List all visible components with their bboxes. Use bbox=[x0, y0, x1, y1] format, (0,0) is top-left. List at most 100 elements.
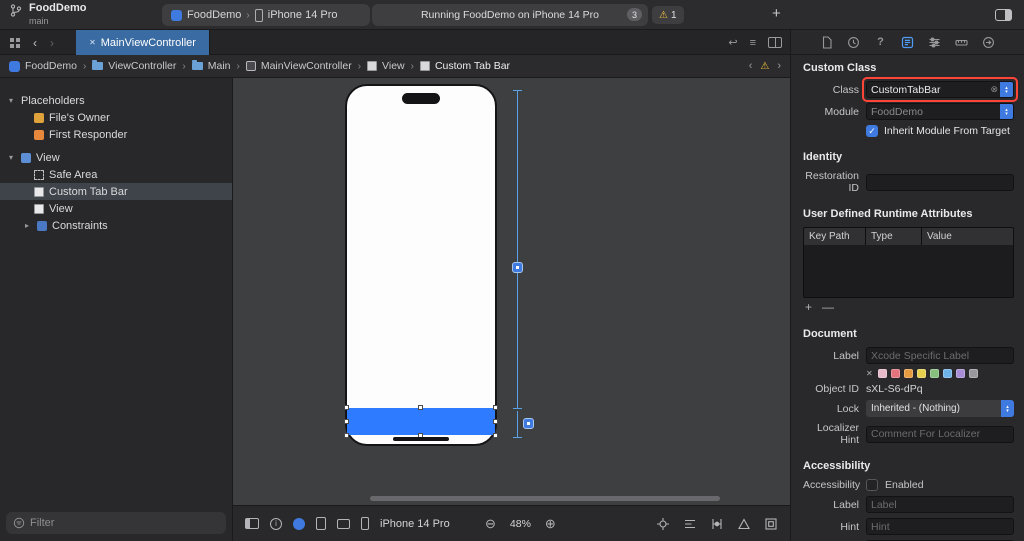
library-add-button[interactable]: + bbox=[772, 5, 781, 23]
selection-handle[interactable] bbox=[344, 433, 349, 438]
file-inspector-tab[interactable] bbox=[820, 35, 834, 49]
document-outline-toggle-icon[interactable] bbox=[245, 518, 259, 529]
custom-tab-bar-view[interactable] bbox=[344, 405, 498, 438]
color-swatch[interactable] bbox=[929, 369, 939, 378]
color-swatch[interactable] bbox=[903, 369, 913, 378]
outline-filter-bar[interactable] bbox=[6, 512, 226, 534]
selection-handle[interactable] bbox=[344, 418, 349, 424]
inherit-module-row[interactable]: ✓ Inherit Module From Target bbox=[866, 125, 1014, 137]
outline-item-constraints[interactable]: ▸ Constraints bbox=[0, 217, 232, 234]
selection-handle[interactable] bbox=[493, 418, 498, 424]
activity-viewer[interactable]: Running FoodDemo on iPhone 14 Pro 3 bbox=[372, 4, 648, 26]
color-swatch[interactable] bbox=[942, 369, 952, 378]
runtime-attributes-body[interactable] bbox=[804, 245, 1013, 297]
runtime-attributes-table[interactable]: Key Path Type Value bbox=[803, 227, 1014, 298]
disclosure-icon[interactable]: ▾ bbox=[6, 96, 16, 105]
device-menu[interactable]: iPhone 14 Pro bbox=[380, 518, 450, 530]
previous-issue-icon[interactable]: ‹ bbox=[749, 60, 753, 72]
tab-overview-icon[interactable] bbox=[10, 38, 14, 42]
module-input[interactable] bbox=[867, 105, 1000, 118]
class-combo[interactable]: ⊗ ▴▾ bbox=[866, 81, 1014, 98]
accessibility-enabled-checkbox[interactable] bbox=[866, 479, 878, 491]
tab-close-icon[interactable]: ✕ bbox=[89, 38, 96, 47]
color-scheme-icon[interactable] bbox=[293, 517, 305, 530]
localizer-hint-input[interactable] bbox=[866, 425, 1014, 443]
resolve-autolayout-icon[interactable] bbox=[737, 517, 751, 531]
outline-item-first-responder[interactable]: First Responder bbox=[0, 126, 232, 143]
zoom-level[interactable]: 48% bbox=[510, 518, 531, 530]
outline-item-custom-tab-bar[interactable]: Custom Tab Bar bbox=[0, 183, 232, 200]
disclosure-icon[interactable]: ▸ bbox=[22, 221, 32, 230]
disclosure-icon[interactable]: ▾ bbox=[6, 153, 16, 162]
update-frames-icon[interactable] bbox=[656, 517, 670, 531]
jumpbar-segment-view[interactable]: View bbox=[367, 60, 405, 72]
clear-field-icon[interactable]: ⊗ bbox=[990, 84, 998, 95]
selection-handle[interactable] bbox=[493, 405, 498, 410]
color-swatch[interactable] bbox=[877, 369, 887, 378]
document-label-input[interactable] bbox=[866, 347, 1014, 364]
module-combo[interactable]: ▴▾ bbox=[866, 103, 1014, 120]
color-swatch[interactable] bbox=[968, 369, 978, 378]
device-icon[interactable] bbox=[361, 517, 369, 530]
outline-group-view[interactable]: ▾ View bbox=[0, 149, 232, 166]
lock-popup[interactable]: Inherited - (Nothing) ▴ ▾ bbox=[866, 400, 1014, 417]
attributes-inspector-tab[interactable] bbox=[928, 35, 942, 49]
iphone-canvas-view[interactable] bbox=[344, 84, 498, 446]
add-editor-icon[interactable] bbox=[768, 37, 782, 48]
orientation-portrait-icon[interactable] bbox=[316, 517, 326, 530]
class-input[interactable] bbox=[867, 83, 991, 96]
jumpbar-segment-storyboard[interactable]: Main bbox=[191, 60, 231, 72]
accessibility-hint-input[interactable] bbox=[866, 518, 1014, 535]
jumpbar-segment-project[interactable]: FoodDemo bbox=[9, 60, 77, 72]
zoom-out-icon[interactable]: ⊖ bbox=[485, 516, 496, 532]
orientation-landscape-icon[interactable] bbox=[337, 518, 350, 529]
scheme-name[interactable]: FoodDemo bbox=[187, 9, 241, 21]
connections-inspector-tab[interactable] bbox=[982, 35, 996, 49]
history-inspector-tab[interactable] bbox=[847, 35, 861, 49]
jumpbar-segment-viewcontroller[interactable]: MainViewController bbox=[245, 60, 352, 72]
jumpbar-segment-group[interactable]: ViewController bbox=[92, 60, 176, 72]
filter-input[interactable] bbox=[30, 517, 219, 529]
identity-inspector-tab[interactable] bbox=[901, 35, 915, 49]
class-dropdown-icon[interactable]: ▴ ▾ bbox=[1000, 82, 1013, 97]
selection-handle[interactable] bbox=[418, 405, 423, 410]
trait-variants-icon[interactable]: i bbox=[270, 517, 282, 530]
size-inspector-tab[interactable] bbox=[955, 35, 969, 49]
interface-builder-canvas[interactable] bbox=[233, 78, 790, 505]
inspector-toggle-icon[interactable] bbox=[995, 9, 1012, 21]
minimap-icon[interactable]: ≡ bbox=[750, 37, 756, 49]
quick-help-inspector-tab[interactable]: ? bbox=[874, 35, 888, 49]
scheme-selector[interactable]: FoodDemo › iPhone 14 Pro bbox=[162, 4, 370, 26]
add-constraints-icon[interactable] bbox=[710, 517, 724, 531]
module-dropdown-icon[interactable]: ▴ ▾ bbox=[1000, 104, 1013, 119]
accessibility-label-input[interactable] bbox=[866, 496, 1014, 513]
run-destination[interactable]: iPhone 14 Pro bbox=[268, 9, 338, 21]
warning-icon[interactable]: ⚠ bbox=[760, 61, 769, 72]
outline-item-view[interactable]: View bbox=[0, 200, 232, 217]
outline-group-placeholders[interactable]: ▾ Placeholders bbox=[0, 92, 232, 109]
add-attribute-button[interactable]: + bbox=[805, 301, 812, 314]
tab-mainviewcontroller[interactable]: ✕ MainViewController bbox=[76, 30, 210, 55]
inherit-module-checkbox[interactable]: ✓ bbox=[866, 125, 878, 137]
swatch-none-icon[interactable]: ✕ bbox=[866, 369, 873, 378]
outline-item-files-owner[interactable]: File's Owner bbox=[0, 109, 232, 126]
color-swatch[interactable] bbox=[916, 369, 926, 378]
outline-item-safe-area[interactable]: Safe Area bbox=[0, 166, 232, 183]
restoration-id-input[interactable] bbox=[866, 173, 1014, 191]
selection-handle[interactable] bbox=[344, 405, 349, 410]
lock-dropdown-icon[interactable]: ▴ ▾ bbox=[1001, 400, 1014, 417]
navigate-forward-icon[interactable]: › bbox=[50, 36, 54, 50]
remove-attribute-button[interactable]: — bbox=[822, 301, 834, 314]
embed-in-icon[interactable] bbox=[764, 517, 778, 531]
next-issue-icon[interactable]: › bbox=[777, 60, 781, 72]
color-swatch[interactable] bbox=[890, 369, 900, 378]
zoom-in-icon[interactable]: ⊕ bbox=[545, 516, 556, 532]
color-swatch[interactable] bbox=[955, 369, 965, 378]
issues-button[interactable]: ⚠ 1 bbox=[652, 6, 684, 24]
navigate-back-icon[interactable]: ‹ bbox=[33, 36, 37, 50]
horizontal-scrollbar[interactable] bbox=[370, 496, 720, 501]
selection-handle[interactable] bbox=[493, 433, 498, 438]
align-icon[interactable] bbox=[683, 517, 697, 531]
jumpbar-segment-custom-tab-bar[interactable]: Custom Tab Bar bbox=[419, 60, 510, 72]
related-items-icon[interactable]: ↩ bbox=[728, 36, 737, 49]
